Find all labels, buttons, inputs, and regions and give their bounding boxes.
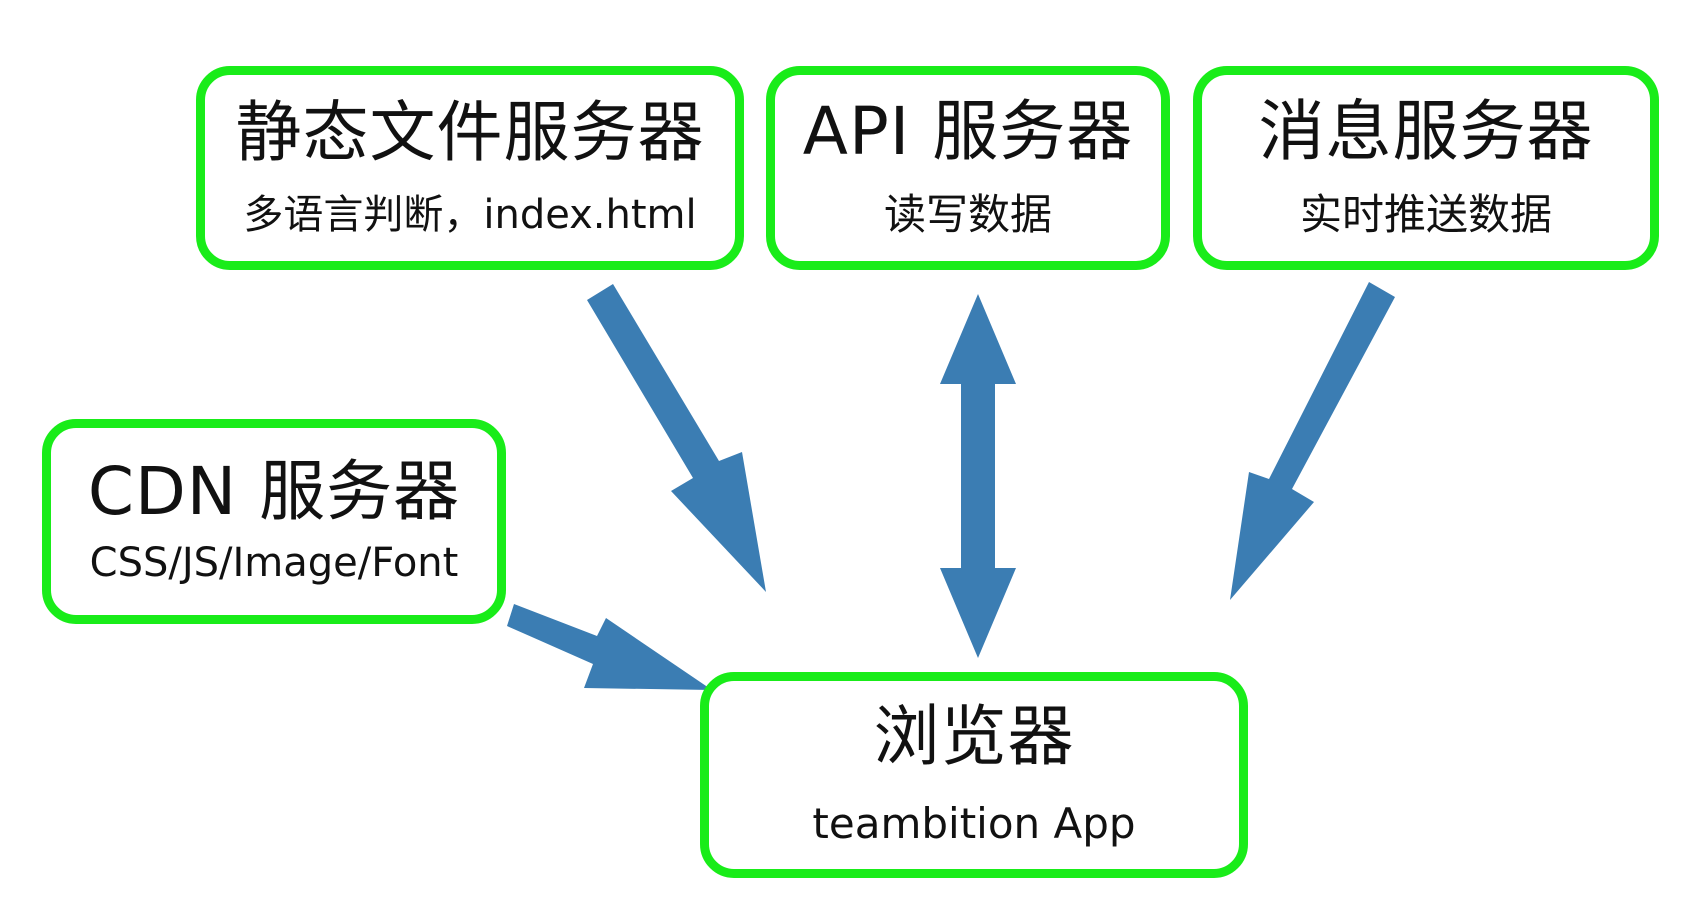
api-server-node: API 服务器 读写数据: [766, 66, 1170, 270]
api-server-title: API 服务器: [802, 92, 1134, 170]
architecture-diagram: 静态文件服务器 多语言判断，index.html API 服务器 读写数据 消息…: [0, 0, 1698, 922]
arrow-message-to-browser: [1230, 282, 1395, 600]
arrow-api-browser-bidirectional: [940, 294, 1016, 658]
api-server-subtitle: 读写数据: [883, 190, 1052, 240]
cdn-server-subtitle: CSS/JS/Image/Font: [89, 539, 459, 586]
browser-subtitle: teambition App: [812, 799, 1136, 849]
static-file-server-subtitle: 多语言判断，index.html: [243, 192, 697, 239]
message-server-subtitle: 实时推送数据: [1299, 190, 1552, 240]
static-file-server-title: 静态文件服务器: [235, 93, 705, 171]
arrow-static-to-browser: [587, 284, 766, 592]
cdn-server-title: CDN 服务器: [87, 453, 461, 531]
message-server-title: 消息服务器: [1258, 92, 1594, 170]
browser-title: 浏览器: [873, 697, 1075, 775]
message-server-node: 消息服务器 实时推送数据: [1193, 66, 1659, 270]
arrow-cdn-to-browser: [507, 604, 712, 690]
browser-node: 浏览器 teambition App: [700, 672, 1248, 878]
cdn-server-node: CDN 服务器 CSS/JS/Image/Font: [42, 419, 506, 624]
static-file-server-node: 静态文件服务器 多语言判断，index.html: [196, 66, 744, 270]
